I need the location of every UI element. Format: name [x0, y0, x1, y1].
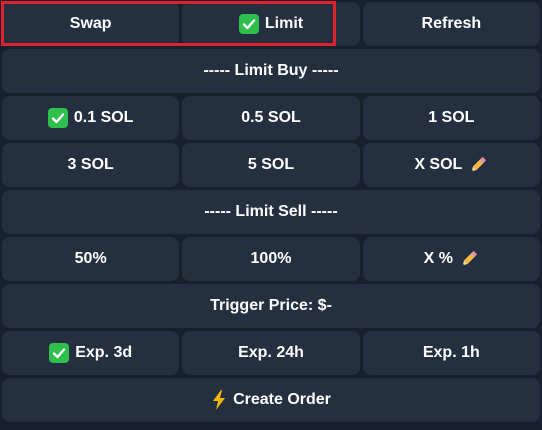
limit-buy-header-label: ----- Limit Buy -----: [203, 62, 339, 79]
sell-100-percent-button[interactable]: 100%: [182, 237, 360, 281]
buy-option-label: X SOL: [414, 156, 463, 173]
buy-amount-row-1: 0.1 SOL 0.5 SOL 1 SOL: [2, 96, 540, 140]
buy-option-label: 3 SOL: [67, 156, 114, 173]
create-order-button[interactable]: Create Order: [2, 378, 540, 422]
refresh-button-label: Refresh: [421, 15, 482, 32]
check-mark-icon: [49, 343, 70, 363]
buy-option-label: 0.1 SOL: [73, 109, 134, 126]
check-mark-icon: [238, 14, 259, 34]
expiry-24h-button[interactable]: Exp. 24h: [182, 331, 360, 375]
buy-option-label: 0.5 SOL: [241, 109, 301, 126]
limit-sell-header-button[interactable]: ----- Limit Sell -----: [2, 190, 540, 234]
limit-button[interactable]: Limit: [182, 2, 360, 46]
buy-0-1-sol-button[interactable]: 0.1 SOL: [2, 96, 180, 140]
expiry-3d-button[interactable]: Exp. 3d: [2, 331, 180, 375]
create-order-row: Create Order: [2, 378, 540, 422]
trigger-price-button[interactable]: Trigger Price: $-: [2, 284, 540, 328]
sell-option-label: 50%: [74, 250, 107, 267]
sell-50-percent-button[interactable]: 50%: [2, 237, 180, 281]
expiry-1h-button[interactable]: Exp. 1h: [362, 331, 540, 375]
limit-sell-header-row: ----- Limit Sell -----: [2, 190, 540, 234]
limit-sell-header-label: ----- Limit Sell -----: [204, 203, 338, 220]
swap-button-label: Swap: [69, 15, 112, 32]
buy-0-5-sol-button[interactable]: 0.5 SOL: [182, 96, 360, 140]
buy-3-sol-button[interactable]: 3 SOL: [2, 143, 180, 187]
limit-button-label: Limit: [264, 15, 304, 32]
lightning-bolt-icon: [211, 390, 227, 410]
expiry-row: Exp. 3d Exp. 24h Exp. 1h: [2, 331, 540, 375]
pencil-icon: [468, 155, 488, 175]
expiry-option-label: Exp. 3d: [75, 344, 133, 361]
refresh-button[interactable]: Refresh: [362, 2, 540, 46]
trigger-price-label: Trigger Price: $-: [210, 297, 332, 314]
expiry-option-label: Exp. 24h: [238, 344, 304, 361]
create-order-label: Create Order: [233, 391, 331, 408]
swap-button[interactable]: Swap: [2, 2, 180, 46]
check-mark-icon: [47, 108, 68, 128]
expiry-option-label: Exp. 1h: [422, 344, 480, 361]
pencil-icon: [459, 249, 479, 269]
buy-5-sol-button[interactable]: 5 SOL: [182, 143, 360, 187]
sell-option-label: 100%: [250, 250, 292, 267]
inline-keyboard: Swap Limit Refresh ----- Limit Buy -----…: [0, 0, 542, 430]
buy-custom-sol-button[interactable]: X SOL: [362, 143, 540, 187]
trigger-price-row: Trigger Price: $-: [2, 284, 540, 328]
buy-option-label: 1 SOL: [428, 109, 475, 126]
buy-option-label: 5 SOL: [247, 156, 295, 173]
buy-1-sol-button[interactable]: 1 SOL: [362, 96, 540, 140]
buy-amount-row-2: 3 SOL 5 SOL X SOL: [2, 143, 540, 187]
sell-amount-row: 50% 100% X %: [2, 237, 540, 281]
limit-buy-header-button[interactable]: ----- Limit Buy -----: [2, 49, 540, 93]
sell-option-label: X %: [423, 250, 453, 267]
mode-row: Swap Limit Refresh: [2, 2, 540, 46]
sell-custom-percent-button[interactable]: X %: [362, 237, 540, 281]
limit-buy-header-row: ----- Limit Buy -----: [2, 49, 540, 93]
